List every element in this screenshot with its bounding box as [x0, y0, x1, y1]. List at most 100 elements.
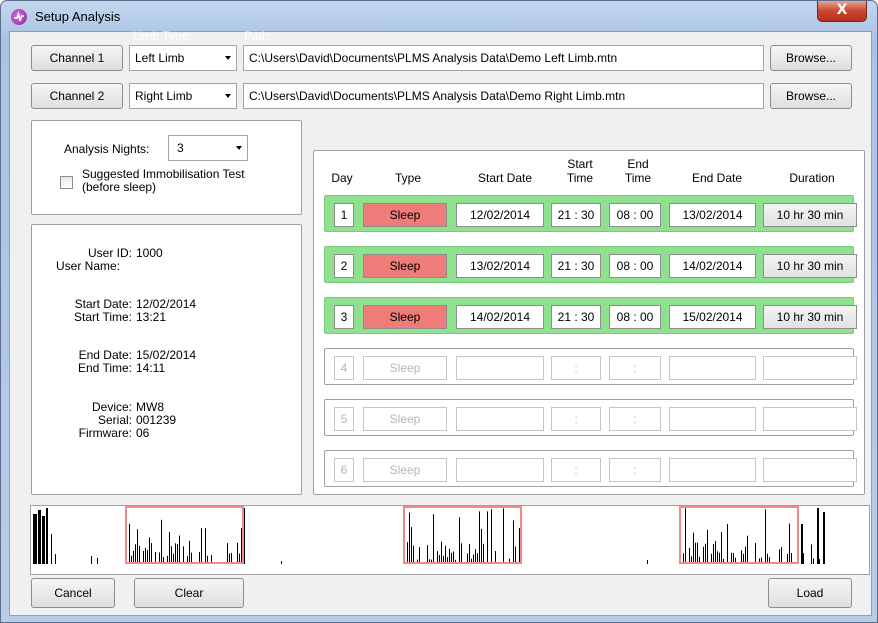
- end-date-field[interactable]: [669, 458, 756, 482]
- day-row-4: 4 Sleep : :: [324, 348, 857, 385]
- start-date-field[interactable]: 12/02/2014: [456, 203, 544, 227]
- window-title: Setup Analysis: [35, 9, 121, 24]
- day-row-1: 1 Sleep 12/02/2014 21 : 30 08 : 00 13/02…: [324, 195, 857, 232]
- header-end-time: End Time: [614, 157, 662, 185]
- start-date-field[interactable]: 14/02/2014: [456, 305, 544, 329]
- channel-1-limb-select[interactable]: Left Limb: [129, 45, 237, 71]
- end-time-field[interactable]: 08 : 00: [609, 203, 661, 227]
- device-label: Device:: [91, 400, 132, 414]
- header-end-date: End Date: [691, 171, 743, 185]
- start-time-field[interactable]: 21 : 30: [551, 203, 601, 227]
- header-start-time-line-2: Time: [566, 171, 594, 185]
- channel-1-button[interactable]: Channel 1: [31, 45, 123, 71]
- start-date-value: 12/02/2014: [136, 297, 197, 311]
- end-time-field[interactable]: :: [609, 407, 661, 431]
- header-duration: Duration: [789, 171, 835, 185]
- analysis-nights-value: 3: [177, 141, 184, 155]
- activity-timeline[interactable]: [30, 505, 870, 575]
- channel-1-browse-button[interactable]: Browse...: [770, 45, 852, 71]
- start-time-field[interactable]: 21 : 30: [551, 254, 601, 278]
- serial-label: Serial:: [97, 413, 132, 427]
- end-date-field[interactable]: 15/02/2014: [669, 305, 756, 329]
- user-id-value: 1000: [136, 246, 163, 260]
- day-number: 4: [334, 356, 354, 380]
- channel-2-limb-value: Right Limb: [135, 89, 193, 103]
- channel-2-button[interactable]: Channel 2: [31, 83, 123, 109]
- title-bar[interactable]: Setup Analysis X: [1, 1, 877, 31]
- close-icon: X: [836, 2, 848, 18]
- channel-2-browse-button[interactable]: Browse...: [770, 83, 852, 109]
- limb-type-label: Limb Type:: [133, 29, 192, 43]
- day-number: 3: [334, 305, 354, 329]
- end-time-label: End Time:: [77, 361, 132, 375]
- setup-analysis-window: Setup Analysis X Limb Type: Path: Channe…: [0, 0, 878, 623]
- day-type-button[interactable]: Sleep: [363, 356, 447, 380]
- cancel-button[interactable]: Cancel: [31, 578, 115, 608]
- end-time-value: 14:11: [136, 361, 166, 375]
- end-date-field[interactable]: 14/02/2014: [669, 254, 756, 278]
- start-date-label: Start Date:: [74, 297, 132, 311]
- clear-button[interactable]: Clear: [134, 578, 244, 608]
- client-area: Limb Type: Path: Channel 1 Left Limb C:\…: [9, 29, 872, 616]
- user-id-label: User ID:: [87, 246, 132, 260]
- end-time-field[interactable]: 08 : 00: [609, 305, 661, 329]
- start-time-label: Start Time:: [73, 310, 132, 324]
- channel-1-limb-value: Left Limb: [135, 51, 185, 65]
- path-label: Path:: [244, 29, 273, 43]
- recording-info-panel: User ID: 1000 User Name: Start Date: 12/…: [31, 224, 302, 495]
- night-selection-3[interactable]: [679, 506, 799, 564]
- header-start-date: Start Date: [477, 171, 533, 185]
- day-number: 6: [334, 458, 354, 482]
- day-type-button[interactable]: Sleep: [363, 305, 447, 329]
- day-type-button[interactable]: Sleep: [363, 458, 447, 482]
- end-time-field[interactable]: :: [609, 356, 661, 380]
- user-name-label: User Name:: [55, 259, 120, 273]
- end-date-field[interactable]: 13/02/2014: [669, 203, 756, 227]
- day-row-5: 5 Sleep : :: [324, 399, 857, 436]
- channel-1-path-input[interactable]: C:\Users\David\Documents\PLMS Analysis D…: [243, 45, 764, 71]
- start-date-field[interactable]: 13/02/2014: [456, 254, 544, 278]
- header-start-time-line-1: Start: [567, 157, 593, 171]
- start-time-value: 13:21: [136, 310, 167, 324]
- end-date-field[interactable]: [669, 356, 756, 380]
- day-row-6: 6 Sleep : :: [324, 450, 857, 487]
- analysis-nights-label: Analysis Nights:: [64, 142, 150, 156]
- load-button[interactable]: Load: [768, 578, 852, 608]
- firmware-value: 06: [136, 426, 150, 440]
- day-row-2: 2 Sleep 13/02/2014 21 : 30 08 : 00 14/02…: [324, 246, 857, 283]
- start-time-field[interactable]: :: [551, 407, 601, 431]
- day-type-button[interactable]: Sleep: [363, 254, 447, 278]
- day-number: 1: [334, 203, 354, 227]
- start-date-field[interactable]: [456, 407, 544, 431]
- end-time-field[interactable]: :: [609, 458, 661, 482]
- day-number: 5: [334, 407, 354, 431]
- start-date-field[interactable]: [456, 458, 544, 482]
- analysis-nights-select[interactable]: 3: [168, 135, 248, 161]
- header-end-time-line-1: End: [627, 157, 649, 171]
- start-time-field[interactable]: 21 : 30: [551, 305, 601, 329]
- chevron-down-icon: [225, 94, 231, 98]
- app-icon: [11, 9, 27, 25]
- end-date-field[interactable]: [669, 407, 756, 431]
- start-time-field[interactable]: :: [551, 356, 601, 380]
- nights-table-panel: Day Type Start Date Start Time End Time …: [313, 150, 865, 495]
- end-time-field[interactable]: 08 : 00: [609, 254, 661, 278]
- day-type-button[interactable]: Sleep: [363, 203, 447, 227]
- night-selection-1[interactable]: [125, 506, 244, 564]
- channel-2-path-input[interactable]: C:\Users\David\Documents\PLMS Analysis D…: [243, 83, 764, 109]
- day-number: 2: [334, 254, 354, 278]
- end-date-value: 15/02/2014: [136, 348, 197, 362]
- duration-field: [763, 356, 857, 380]
- header-type: Type: [394, 171, 421, 185]
- start-date-field[interactable]: [456, 356, 544, 380]
- firmware-label: Firmware:: [78, 426, 132, 440]
- night-selection-2[interactable]: [403, 506, 522, 564]
- duration-field: 10 hr 30 min: [763, 305, 857, 329]
- close-button[interactable]: X: [817, 1, 867, 22]
- channel-2-limb-select[interactable]: Right Limb: [129, 83, 237, 109]
- immobilisation-checkbox[interactable]: [60, 176, 73, 189]
- start-time-field[interactable]: :: [551, 458, 601, 482]
- chevron-down-icon: [225, 56, 231, 60]
- day-type-button[interactable]: Sleep: [363, 407, 447, 431]
- analysis-nights-panel: Analysis Nights: 3 Suggested Immobilisat…: [31, 120, 302, 215]
